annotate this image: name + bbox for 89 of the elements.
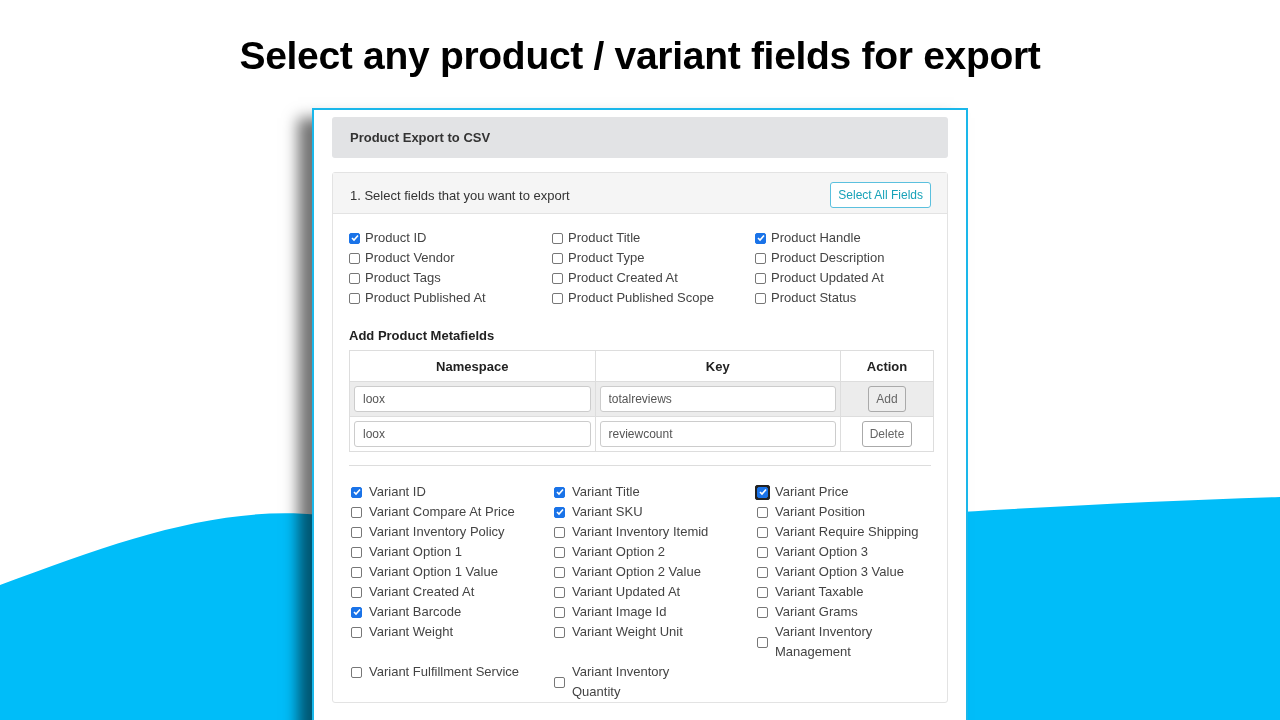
field-label: Variant Created At: [369, 583, 475, 601]
field-label: Product Published Scope: [568, 289, 714, 307]
checkbox[interactable]: [554, 606, 565, 618]
checkbox[interactable]: [554, 566, 565, 578]
key-field[interactable]: reviewcount: [599, 421, 836, 447]
field-label: Product Created At: [568, 269, 678, 287]
checkbox[interactable]: [349, 232, 360, 244]
checkbox[interactable]: [554, 626, 565, 638]
checkbox[interactable]: [552, 252, 563, 264]
checkbox[interactable]: [351, 666, 362, 678]
checkbox[interactable]: [351, 506, 362, 518]
field-label: Product Title: [568, 229, 641, 247]
field-label: Variant Option 3: [775, 543, 868, 561]
checkbox[interactable]: [351, 546, 362, 558]
field-label: Product Tags: [365, 269, 441, 287]
field-label: Variant Fulfillment Service: [369, 663, 520, 681]
field-label: Product ID: [365, 229, 427, 247]
field-label: Variant Option 3 Value: [775, 563, 904, 581]
checkbox[interactable]: [349, 272, 360, 284]
column-header: Namespace: [349, 350, 595, 382]
field-label: Variant Weight Unit: [572, 623, 683, 641]
key-field[interactable]: totalreviews: [599, 386, 836, 412]
checkbox[interactable]: [554, 586, 565, 598]
checkbox[interactable]: [755, 252, 766, 264]
metafields-title: Add Product Metafields: [349, 328, 496, 343]
field-label: Product Status: [771, 289, 857, 307]
checkbox[interactable]: [552, 292, 563, 304]
checkbox[interactable]: [351, 526, 362, 538]
checkbox[interactable]: [351, 586, 362, 598]
checkbox[interactable]: [351, 566, 362, 578]
field-label: Product Updated At: [771, 269, 884, 287]
field-label: Variant Require Shipping: [775, 523, 919, 541]
field-label: Variant Weight: [369, 623, 454, 641]
checkbox[interactable]: [757, 566, 768, 578]
namespace-field[interactable]: loox: [354, 421, 591, 447]
field-label: Variant Price: [775, 483, 849, 501]
field-label: Variant Barcode: [369, 603, 462, 621]
field-label: Product Published At: [365, 289, 486, 307]
column-header: Action: [840, 350, 934, 382]
field-label: Variant Inventory Policy: [369, 523, 505, 541]
checkbox[interactable]: [757, 636, 768, 648]
panel-title: Product Export to CSV: [332, 117, 948, 158]
checkbox[interactable]: [757, 506, 768, 518]
field-label: Product Type: [568, 249, 645, 267]
field-label: Product Vendor: [365, 249, 455, 267]
section-title: 1. Select fields that you want to export: [350, 187, 570, 203]
field-label: Variant Inventory Itemid: [572, 523, 709, 541]
checkbox[interactable]: [351, 486, 362, 498]
namespace-field[interactable]: loox: [354, 386, 591, 412]
field-label: Variant Option 1 Value: [369, 563, 498, 581]
checkbox[interactable]: [349, 292, 360, 304]
field-label: Product Description: [771, 249, 885, 267]
field-label: Variant Title: [572, 483, 640, 501]
checkbox[interactable]: [757, 486, 768, 498]
checkbox[interactable]: [755, 292, 766, 304]
field-label: Variant SKU: [572, 503, 643, 521]
field-label: Variant Option 1: [369, 543, 462, 561]
action-button[interactable]: Delete: [861, 421, 913, 447]
field-label: Variant Option 2 Value: [572, 563, 701, 581]
checkbox[interactable]: [554, 486, 565, 498]
checkbox[interactable]: [554, 676, 565, 688]
checkbox[interactable]: [552, 272, 563, 284]
field-label: Variant Inventory Management: [775, 623, 873, 661]
checkbox[interactable]: [757, 526, 768, 538]
checkbox[interactable]: [755, 232, 766, 244]
field-label: Variant Image Id: [572, 603, 667, 621]
field-label: Variant Position: [775, 503, 866, 521]
column-header: Key: [595, 350, 841, 382]
checkbox[interactable]: [554, 506, 565, 518]
checkbox[interactable]: [755, 272, 766, 284]
checkbox[interactable]: [552, 232, 563, 244]
checkbox[interactable]: [757, 586, 768, 598]
field-label: Variant Grams: [775, 603, 858, 621]
checkbox[interactable]: [757, 606, 768, 618]
checkbox[interactable]: [554, 526, 565, 538]
checkbox[interactable]: [554, 546, 565, 558]
field-label: Variant Compare At Price: [369, 503, 515, 521]
checkbox[interactable]: [351, 606, 362, 618]
checkbox[interactable]: [349, 252, 360, 264]
field-label: Variant ID: [369, 483, 426, 501]
field-label: Variant Inventory Quantity: [572, 663, 670, 701]
field-label: Variant Option 2: [572, 543, 665, 561]
checkbox[interactable]: [757, 546, 768, 558]
field-label: Variant Taxable: [775, 583, 864, 601]
checkbox[interactable]: [351, 626, 362, 638]
field-label: Variant Updated At: [572, 583, 681, 601]
action-button[interactable]: Add: [868, 386, 906, 412]
headline: Select any product / variant fields for export: [239, 34, 1041, 78]
field-label: Product Handle: [771, 229, 861, 247]
